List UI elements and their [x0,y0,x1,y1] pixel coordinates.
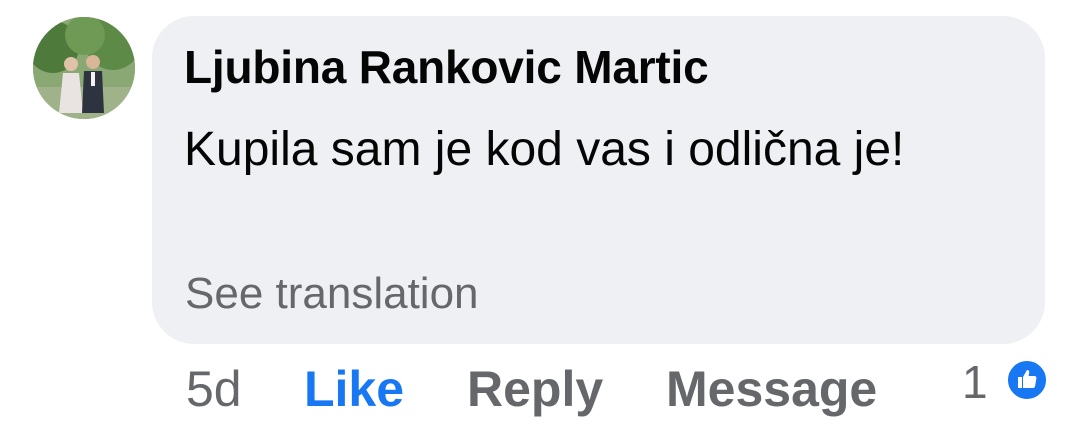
reaction-count[interactable]: 1 [962,355,988,409]
comment-author[interactable]: Ljubina Rankovic Martic [184,40,709,94]
like-button[interactable]: Like [304,360,404,418]
message-button[interactable]: Message [666,360,877,418]
avatar[interactable] [33,17,135,119]
reply-button[interactable]: Reply [467,360,603,418]
comment-actions: 5d Like Reply Message [0,360,1080,430]
comment-timestamp[interactable]: 5d [186,360,242,418]
comment-text: Kupila sam je kod vas i odlična je! [184,123,905,176]
thumbs-up-icon[interactable] [1005,358,1049,402]
see-translation-link[interactable]: See translation [185,269,479,319]
